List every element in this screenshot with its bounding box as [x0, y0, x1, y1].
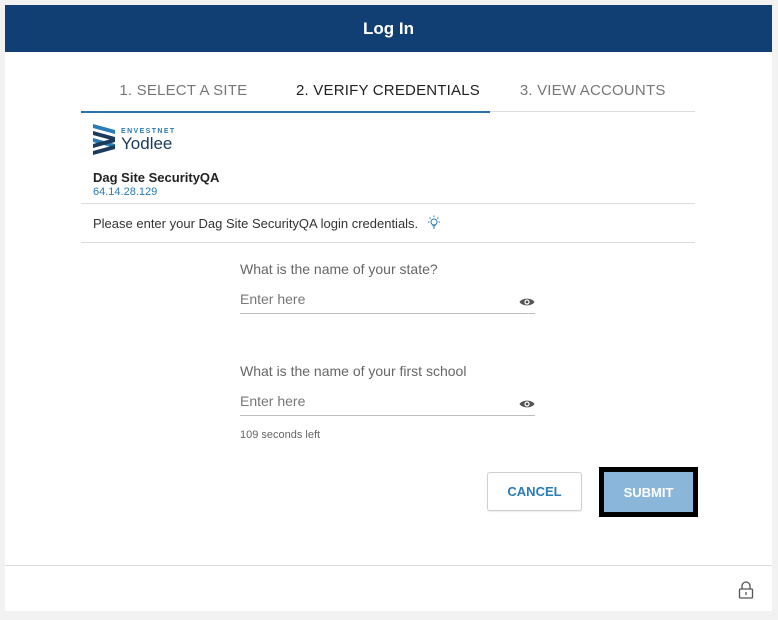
submit-button-focus-ring: SUBMIT: [599, 467, 698, 517]
site-logo: ENVESTNET Yodlee: [93, 124, 176, 158]
site-ip: 64.14.28.129: [93, 186, 158, 198]
step-tabs: 1. SELECT A SITE 2. VERIFY CREDENTIALS 3…: [81, 71, 695, 113]
site-name: Dag Site SecurityQA: [93, 170, 220, 185]
logo-name: Yodlee: [121, 134, 173, 153]
step-select-site[interactable]: 1. SELECT A SITE: [81, 71, 286, 113]
lightbulb-icon[interactable]: [426, 215, 442, 231]
modal-title: Log In: [363, 18, 414, 38]
footer-divider: [5, 565, 772, 566]
question-1-input-wrap: [240, 291, 535, 314]
question-1-label: What is the name of your state?: [240, 261, 438, 277]
question-1-input[interactable]: [240, 291, 500, 307]
lock-icon: [738, 581, 754, 604]
eye-icon[interactable]: [519, 397, 535, 415]
cancel-button[interactable]: CANCEL: [487, 472, 582, 511]
step-view-accounts: 3. VIEW ACCOUNTS: [519, 82, 666, 99]
yodlee-mark-icon: [93, 124, 115, 155]
info-message-bar: Please enter your Dag Site SecurityQA lo…: [81, 203, 695, 243]
modal-header: Log In: [5, 5, 772, 52]
login-modal: Log In 1. SELECT A SITE 2. VERIFY CREDEN…: [5, 5, 772, 611]
question-2-input-wrap: [240, 393, 535, 416]
countdown-timer: 109 seconds left: [240, 429, 321, 441]
info-message: Please enter your Dag Site SecurityQA lo…: [93, 215, 419, 231]
question-2-input[interactable]: [240, 393, 500, 409]
submit-button[interactable]: SUBMIT: [604, 472, 693, 512]
security-question-1: What is the name of your state?: [240, 261, 535, 314]
step-verify-credentials: 2. VERIFY CREDENTIALS: [285, 71, 491, 113]
question-2-label: What is the name of your first school: [240, 363, 467, 379]
eye-icon[interactable]: [519, 295, 535, 313]
security-question-2: What is the name of your first school: [240, 363, 535, 416]
